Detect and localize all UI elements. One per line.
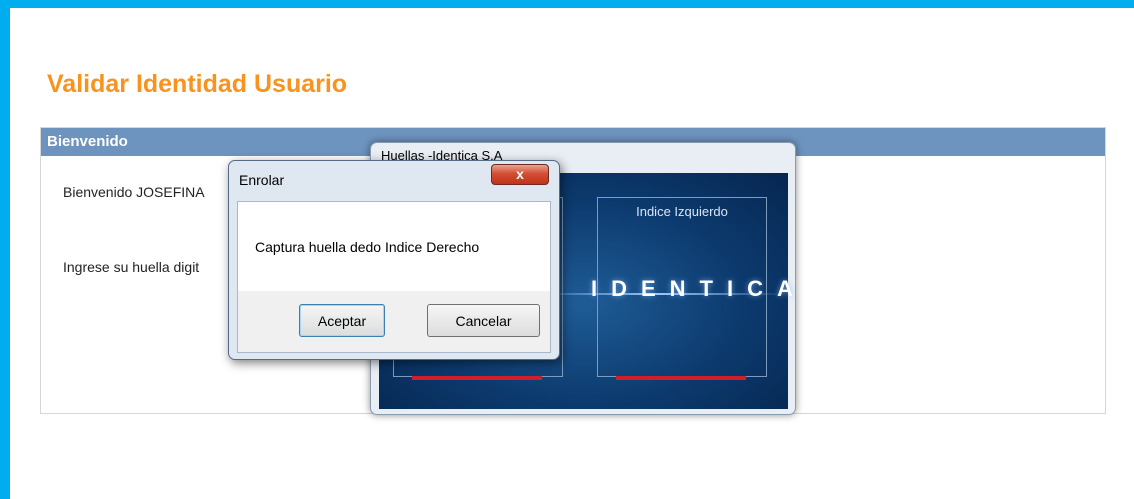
right-index-status-bar bbox=[412, 376, 542, 380]
welcome-text: Bienvenido JOSEFINA bbox=[63, 184, 205, 200]
close-button[interactable]: x bbox=[491, 164, 549, 185]
page-title: Validar Identidad Usuario bbox=[47, 70, 348, 98]
enrolar-dialog: Enrolar x Captura huella dedo Indice Der… bbox=[228, 160, 560, 360]
dialog-content: Captura huella dedo Indice Derecho Acept… bbox=[237, 201, 551, 353]
cancel-button[interactable]: Cancelar bbox=[427, 304, 540, 337]
accept-button[interactable]: Aceptar bbox=[299, 304, 385, 337]
close-icon: x bbox=[516, 166, 524, 182]
dialog-message-area: Captura huella dedo Indice Derecho bbox=[238, 202, 550, 291]
fingerprint-prompt: Ingrese su huella digit bbox=[63, 259, 200, 275]
dialog-message: Captura huella dedo Indice Derecho bbox=[255, 239, 480, 255]
left-index-label: Indice Izquierdo bbox=[636, 204, 728, 219]
left-index-status-bar bbox=[616, 376, 746, 380]
dialog-title: Enrolar bbox=[239, 172, 285, 188]
identica-logo: IDENTICA bbox=[591, 276, 807, 301]
